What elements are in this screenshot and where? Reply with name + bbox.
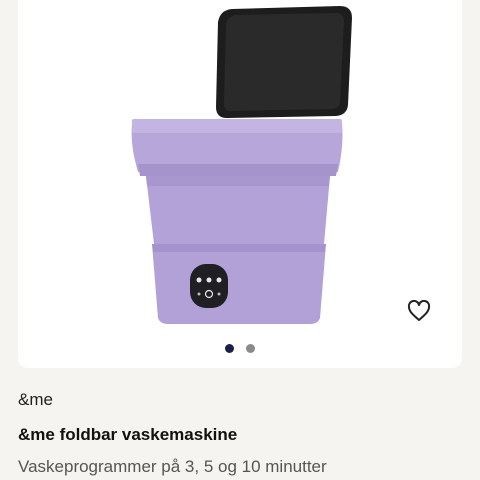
product-description: Vaskeprogrammer på 3, 5 og 10 minutter: [18, 457, 327, 476]
gallery-dot[interactable]: [246, 344, 255, 353]
washer-lid: [216, 6, 352, 118]
control-panel: [190, 264, 228, 308]
product-title[interactable]: &me foldbar vaskemaskine: [18, 425, 237, 445]
heart-outline-icon: [407, 300, 431, 321]
gallery-pagination: [18, 344, 462, 356]
product-image[interactable]: [18, 0, 462, 340]
gallery-dot-active[interactable]: [225, 344, 234, 353]
favorite-button[interactable]: [404, 296, 434, 326]
product-card[interactable]: [18, 0, 462, 368]
product-brand[interactable]: &me: [18, 390, 53, 410]
